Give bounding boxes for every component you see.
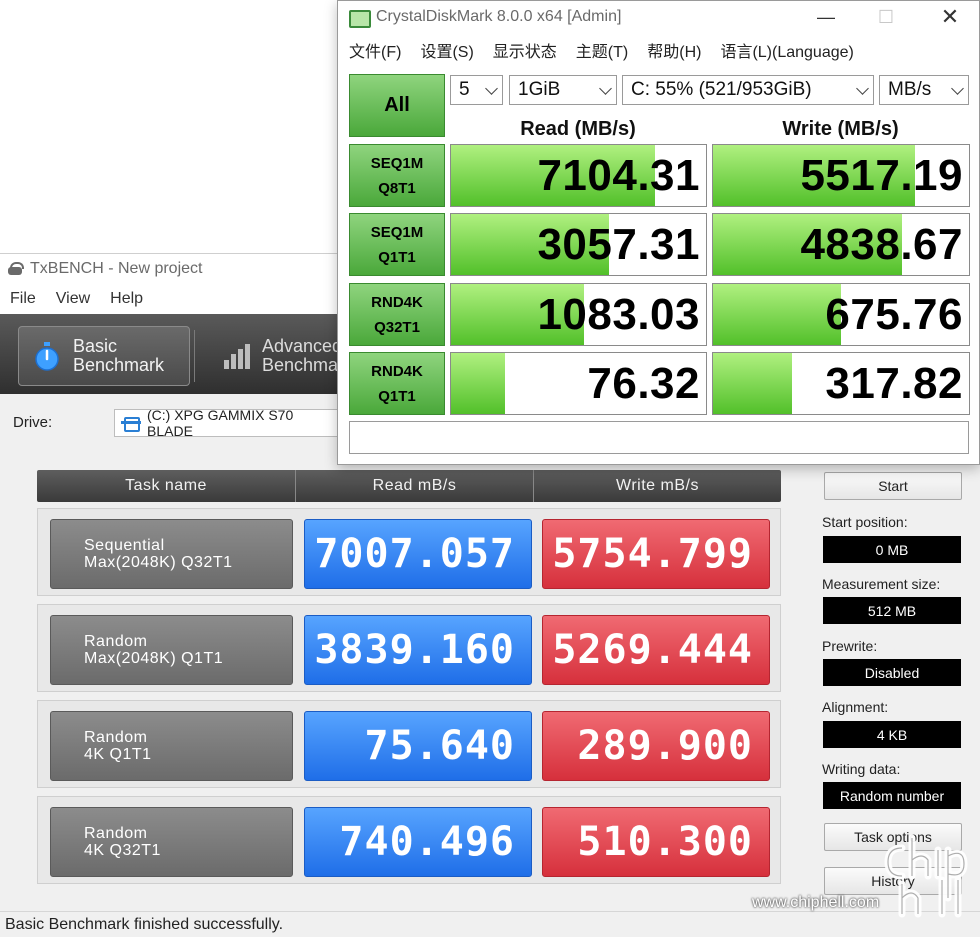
screen: TxBENCH - New project File View Help Bas… [0, 0, 980, 937]
alignment-label: Alignment: [822, 699, 889, 715]
count-select[interactable]: 5 [450, 75, 503, 105]
crystaldiskmark-window: CrystalDiskMark 8.0.0 x64 [Admin] — ☐ ✕ … [337, 0, 980, 465]
menu-language-cn[interactable]: 语言(L)(Language) [720, 38, 853, 62]
drive-value: (C:) XPG GAMMIX S70 BLADE [147, 407, 294, 439]
table-row: Sequential Max(2048K) Q32T1 7007.057 575… [37, 508, 781, 596]
prewrite-label: Prewrite: [822, 638, 878, 654]
writing-data-label: Writing data: [822, 761, 901, 777]
close-icon[interactable]: ✕ [935, 4, 965, 29]
tab-separator [194, 330, 195, 382]
col-task-name: Task name [37, 470, 296, 502]
table-row: Random 4K Q32T1 740.496 510.300 [37, 796, 781, 884]
write-bar [713, 284, 841, 345]
chiphell-watermark: www.chiphell.com [752, 818, 980, 918]
drive-label: Drive: [13, 414, 53, 431]
test-button-seq1m-q1t1[interactable]: SEQ1M Q1T1 [349, 213, 445, 276]
read-header: Read (MB/s) [520, 117, 636, 140]
menu-display-cn[interactable]: 显示状态 [493, 38, 557, 62]
drive-icon [121, 415, 141, 432]
write-result: 5269.444 [542, 615, 770, 685]
all-button[interactable]: All [349, 74, 445, 137]
write-value: 317.82 [712, 352, 970, 415]
start-position-label: Start position: [822, 514, 908, 530]
prewrite-value[interactable]: Disabled [823, 659, 961, 686]
results-table-header: Task name Read mB/s Write mB/s [37, 470, 781, 502]
write-header: Write (MB/s) [782, 117, 899, 140]
txbench-app-icon [6, 261, 24, 277]
read-result: 7007.057 [304, 519, 532, 589]
tab-advanced-benchmark[interactable]: Advanced Benchmar [208, 326, 348, 386]
col-write: Write mB/s [616, 477, 699, 494]
read-value: 3057.31 [450, 213, 707, 276]
read-result: 75.640 [304, 711, 532, 781]
chevron-down-icon [951, 82, 964, 95]
menu-file[interactable]: File [10, 290, 36, 308]
bar-chart-icon [224, 344, 250, 369]
table-row: Random 4K Q1T1 75.640 289.900 [37, 700, 781, 788]
tab-basic-label: Basic Benchmark [73, 336, 165, 375]
read-result: 740.496 [304, 807, 532, 877]
start-position-value[interactable]: 0 MB [823, 536, 961, 563]
stopwatch-icon [35, 342, 59, 371]
watermark-text: www.chiphell.com [752, 894, 880, 911]
menu-theme-cn[interactable]: 主题(T) [576, 38, 628, 62]
chevron-down-icon [599, 82, 612, 95]
test-button-seq1m-q8t1[interactable]: SEQ1M Q8T1 [349, 144, 445, 207]
task-name-button[interactable]: Random 4K Q1T1 [50, 711, 293, 781]
col-read: Read mB/s [296, 470, 534, 502]
write-value: 675.76 [712, 283, 970, 346]
chevron-down-icon [856, 82, 869, 95]
read-value: 1083.03 [450, 283, 707, 346]
minimize-icon[interactable]: — [811, 5, 841, 29]
task-name-button[interactable]: Random Max(2048K) Q1T1 [50, 615, 293, 685]
write-result: 5754.799 [542, 519, 770, 589]
size-select[interactable]: 1GiB [509, 75, 617, 105]
table-row: Random Max(2048K) Q1T1 3839.160 5269.444 [37, 604, 781, 692]
test-button-rnd4k-q32t1[interactable]: RND4K Q32T1 [349, 283, 445, 346]
comment-field[interactable] [349, 421, 969, 454]
task-name-button[interactable]: Random 4K Q32T1 [50, 807, 293, 877]
write-result: 289.900 [542, 711, 770, 781]
read-result: 3839.160 [304, 615, 532, 685]
alignment-value[interactable]: 4 KB [823, 721, 961, 748]
measurement-size-label: Measurement size: [822, 576, 941, 592]
drive-select[interactable]: (C:) XPG GAMMIX S70 BLADE [114, 407, 344, 439]
txbench-title: TxBENCH - New project [30, 260, 203, 277]
menu-settings-cn[interactable]: 设置(S) [420, 38, 473, 62]
measurement-size-value[interactable]: 512 MB [823, 597, 961, 624]
cdm-app-icon [348, 8, 371, 28]
write-bar [713, 353, 793, 414]
cdm-title: CrystalDiskMark 8.0.0 x64 [Admin] [376, 8, 622, 25]
cdm-menubar: 文件(F) 设置(S) 显示状态 主题(T) 帮助(H) 语言(L)(Langu… [338, 35, 873, 65]
menu-help-cn[interactable]: 帮助(H) [647, 38, 701, 62]
read-value: 76.32 [450, 352, 707, 415]
unit-select[interactable]: MB/s [879, 75, 969, 105]
writing-data-value[interactable]: Random number [823, 782, 961, 809]
task-name-button[interactable]: Sequential Max(2048K) Q32T1 [50, 519, 293, 589]
read-value: 7104.31 [450, 144, 707, 207]
chevron-down-icon [485, 82, 498, 95]
tab-basic-benchmark[interactable]: Basic Benchmark [18, 326, 190, 386]
test-button-rnd4k-q1t1[interactable]: RND4K Q1T1 [349, 352, 445, 415]
read-bar [451, 353, 505, 414]
write-result: 510.300 [542, 807, 770, 877]
start-button[interactable]: Start [824, 472, 962, 500]
write-value: 5517.19 [712, 144, 970, 207]
menu-help[interactable]: Help [110, 290, 143, 308]
maximize-icon[interactable]: ☐ [871, 5, 901, 29]
tab-advanced-label: Advanced Benchmar [262, 336, 345, 375]
drive-select-cdm[interactable]: C: 55% (521/953GiB) [622, 75, 874, 105]
menu-file-cn[interactable]: 文件(F) [349, 38, 401, 62]
menu-view[interactable]: View [56, 290, 90, 308]
write-value: 4838.67 [712, 213, 970, 276]
